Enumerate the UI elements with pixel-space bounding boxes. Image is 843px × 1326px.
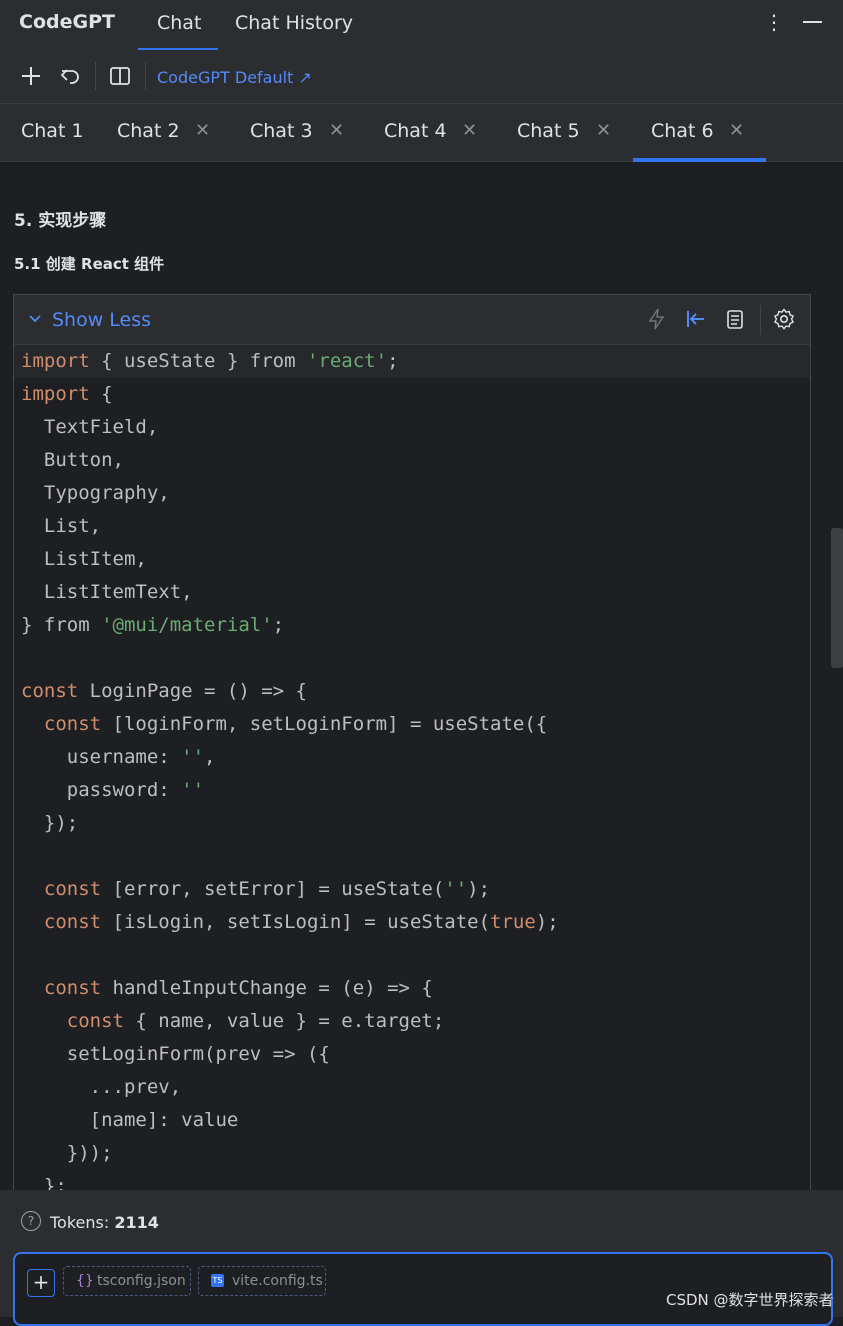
toolbar: CodeGPT Default ↗ — [0, 50, 843, 104]
code-line: setLoginForm(prev => ({ — [21, 1043, 330, 1065]
code-line: [name]: value — [21, 1109, 239, 1131]
toolbar-divider — [145, 62, 146, 90]
chat-tab-5[interactable]: Chat 5 — [517, 120, 580, 142]
context-file-label: vite.config.ts — [232, 1273, 323, 1289]
chat-tab-6[interactable]: Chat 6 — [651, 120, 714, 142]
chat-tab-1[interactable]: Chat 1 — [21, 120, 84, 142]
close-icon[interactable]: ✕ — [729, 120, 744, 141]
code-line: import { — [21, 383, 113, 405]
context-file-chip[interactable]: TS vite.config.ts — [198, 1266, 326, 1296]
section-subheading: 5.1 创建 React 组件 — [14, 255, 165, 273]
minimize-icon[interactable] — [803, 21, 822, 23]
watermark: CSDN @数字世界探索者 — [666, 1291, 834, 1309]
code-line: username: '', — [21, 746, 216, 768]
code-block-header: Show Less — [14, 295, 810, 345]
code-line: password: '' — [21, 779, 205, 801]
close-icon[interactable]: ✕ — [596, 120, 611, 141]
chat-tab-4[interactable]: Chat 4 — [384, 120, 447, 142]
code-line: ListItemText, — [21, 581, 193, 603]
code-line: } from '@mui/material'; — [21, 614, 285, 636]
code-line: ListItem, — [21, 548, 147, 570]
undo-icon[interactable] — [58, 64, 82, 88]
tokens-value: 2114 — [114, 1213, 159, 1232]
title-bar: CodeGPT Chat Chat History ⋮ — [0, 0, 843, 51]
context-file-chip[interactable]: {} tsconfig.json — [63, 1266, 191, 1296]
close-icon[interactable]: ✕ — [462, 120, 477, 141]
toolbar-divider — [95, 62, 96, 90]
code-line: Button, — [21, 449, 124, 471]
split-panel-icon[interactable] — [108, 64, 132, 88]
help-icon[interactable]: ? — [21, 1211, 41, 1231]
chat-content: 5. 实现步骤 5.1 创建 React 组件 Show Less import… — [0, 162, 843, 1190]
code-line: }; — [21, 1175, 67, 1190]
lightning-icon[interactable] — [645, 307, 669, 331]
code-line: })); — [21, 1142, 113, 1164]
add-context-button[interactable]: + — [27, 1269, 55, 1297]
code-line: const LoginPage = () => { — [21, 680, 307, 702]
section-heading: 5. 实现步骤 — [14, 211, 107, 231]
gear-icon[interactable] — [772, 307, 796, 331]
code-line: TextField, — [21, 416, 159, 438]
model-selector-link[interactable]: CodeGPT Default ↗ — [157, 68, 312, 87]
scrollbar-thumb[interactable] — [831, 528, 843, 668]
new-chat-icon[interactable] — [19, 64, 43, 88]
close-icon[interactable]: ✕ — [329, 120, 344, 141]
close-icon[interactable]: ✕ — [195, 120, 210, 141]
chat-tab-2[interactable]: Chat 2 — [117, 120, 180, 142]
show-less-toggle[interactable]: Show Less — [52, 309, 151, 331]
token-count: Tokens: 2114 — [50, 1213, 159, 1232]
code-line: const [error, setError] = useState(''); — [43, 878, 491, 900]
copy-icon[interactable] — [723, 307, 747, 331]
code-line: ...prev, — [21, 1076, 182, 1098]
code-content[interactable]: import { useState } from 'react'; import… — [14, 345, 810, 1190]
code-line: const [loginForm, setLoginForm] = useSta… — [43, 713, 548, 735]
tokens-label: Tokens: — [50, 1213, 115, 1232]
tab-chat[interactable]: Chat — [157, 12, 201, 34]
chevron-down-icon[interactable] — [28, 312, 42, 326]
header-divider — [760, 305, 761, 335]
code-block: Show Less import { useState } from 'reac… — [13, 294, 811, 1190]
code-line: const { name, value } = e.target; — [66, 1010, 445, 1032]
insert-at-caret-icon[interactable] — [684, 307, 708, 331]
code-line: }); — [21, 812, 79, 834]
chat-tabs: Chat 1 Chat 2 ✕ Chat 3 ✕ Chat 4 ✕ Chat 5… — [0, 104, 843, 162]
code-line: import { useState } from 'react'; — [14, 345, 810, 378]
code-line: List, — [21, 515, 102, 537]
context-file-label: tsconfig.json — [97, 1273, 186, 1289]
typescript-file-icon: TS — [211, 1274, 224, 1287]
app-title: CodeGPT — [19, 11, 115, 33]
code-line: const [isLogin, setIsLogin] = useState(t… — [43, 911, 559, 933]
code-line: const handleInputChange = (e) => { — [43, 977, 433, 999]
code-line: Typography, — [21, 482, 170, 504]
more-options-icon[interactable]: ⋮ — [764, 10, 784, 34]
json-file-icon: {} — [76, 1273, 94, 1289]
tab-chat-history[interactable]: Chat History — [235, 12, 353, 34]
chat-tab-3[interactable]: Chat 3 — [250, 120, 313, 142]
